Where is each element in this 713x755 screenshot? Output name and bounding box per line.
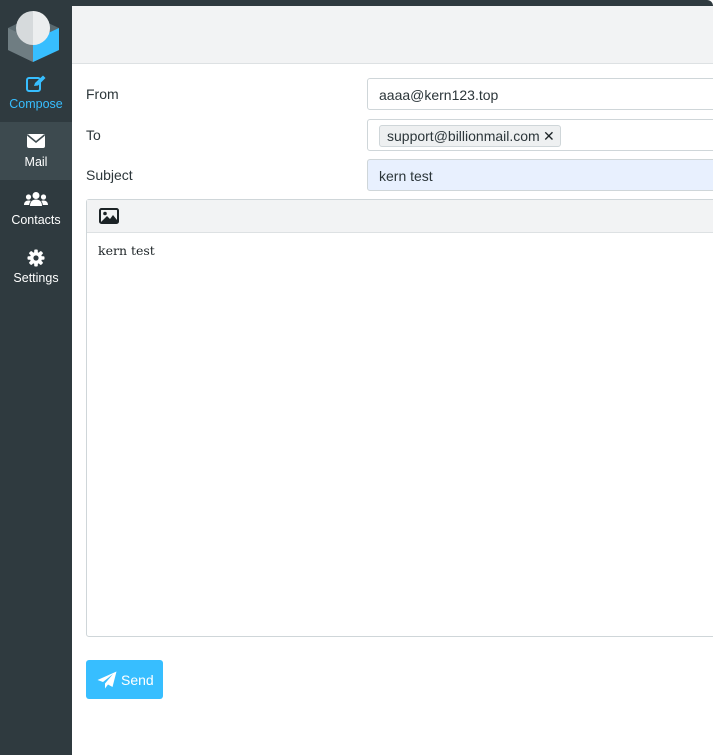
app-logo — [0, 6, 72, 64]
to-label: To — [86, 127, 101, 143]
to-field[interactable]: support@billionmail.com ✕ — [367, 119, 713, 151]
sidebar-item-mail[interactable]: Mail — [0, 122, 72, 180]
gear-icon — [27, 249, 45, 267]
subject-value: kern test — [379, 168, 433, 184]
compose-header — [72, 6, 713, 64]
recipient-email: support@billionmail.com — [387, 128, 540, 144]
from-value: aaaa@kern123.top — [379, 87, 499, 103]
sidebar-item-compose[interactable]: Compose — [0, 64, 72, 122]
subject-field[interactable]: kern test — [367, 159, 713, 191]
recipient-chip: support@billionmail.com ✕ — [379, 125, 561, 147]
editor-toolbar — [87, 200, 713, 233]
from-field[interactable]: aaaa@kern123.top — [367, 78, 713, 110]
sidebar-item-label: Mail — [24, 155, 48, 169]
sidebar-item-contacts[interactable]: Contacts — [0, 180, 72, 238]
sidebar-item-label: Settings — [13, 271, 59, 285]
message-editor[interactable]: kern test — [86, 199, 713, 637]
send-button[interactable]: Send — [86, 660, 163, 699]
from-label: From — [86, 86, 119, 102]
envelope-icon — [26, 134, 46, 148]
image-icon[interactable] — [99, 208, 119, 224]
paper-plane-icon — [97, 671, 117, 689]
send-button-label: Send — [121, 672, 154, 688]
sidebar-item-settings[interactable]: Settings — [0, 238, 72, 296]
subject-label: Subject — [86, 167, 133, 183]
sidebar-item-label: Contacts — [11, 213, 61, 227]
compose-icon — [26, 75, 46, 92]
sidebar-item-label: Compose — [9, 97, 63, 111]
editor-body-text[interactable]: kern test — [98, 243, 155, 258]
sidebar: Compose Mail Contacts Settings — [0, 6, 72, 755]
contacts-icon — [24, 192, 48, 206]
remove-recipient-icon[interactable]: ✕ — [543, 126, 555, 146]
